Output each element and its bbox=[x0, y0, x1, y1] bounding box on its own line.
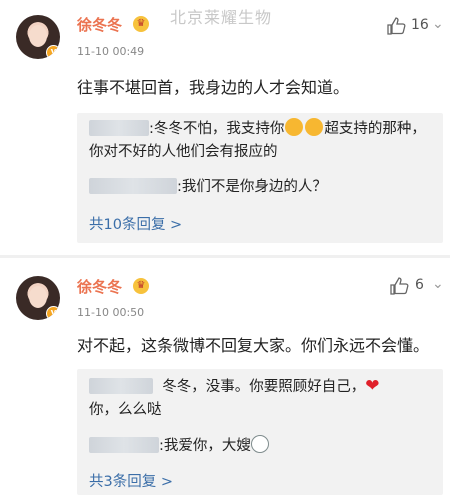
heart-icon: ❤ bbox=[365, 376, 380, 396]
more-replies-link[interactable]: 共3条回复 > bbox=[89, 470, 173, 491]
username[interactable]: 徐冬冬 bbox=[77, 14, 122, 35]
avatar[interactable]: v bbox=[16, 15, 60, 59]
blurred-username bbox=[89, 120, 149, 136]
like-count: 6 bbox=[415, 277, 424, 293]
reply-2[interactable]: :我爱你，大嫂 bbox=[89, 435, 434, 458]
reply-box: :冬冬不怕，我支持你 超支持的那种，你对不好的人他们会有报应的 :我们不是你身边的… bbox=[77, 113, 443, 243]
comment-text: 往事不堪回首，我身边的人才会知道。 bbox=[77, 78, 350, 97]
blurred-username bbox=[89, 378, 153, 394]
emoji-icon bbox=[285, 118, 304, 136]
emoji-icon bbox=[305, 118, 324, 136]
timestamp: 11-10 00:49 bbox=[77, 45, 145, 58]
thumbs-up-icon[interactable] bbox=[389, 276, 409, 296]
blurred-username bbox=[89, 437, 159, 453]
crown-icon: ♛ bbox=[133, 16, 149, 32]
reply-1[interactable]: 冬冬，没事。你要照顾好自己，❤ 你，么么哒 bbox=[89, 375, 434, 422]
more-replies-link[interactable]: 共10条回复 > bbox=[89, 213, 182, 234]
timestamp: 11-10 00:50 bbox=[77, 306, 145, 319]
verified-badge-icon: v bbox=[46, 45, 60, 59]
verified-badge-icon: v bbox=[46, 306, 60, 320]
like-count: 16 bbox=[411, 17, 429, 33]
reply-1[interactable]: :冬冬不怕，我支持你 超支持的那种，你对不好的人他们会有报应的 bbox=[89, 118, 434, 164]
thumbs-up-icon[interactable] bbox=[386, 16, 406, 36]
chevron-down-icon[interactable]: ⌄ bbox=[432, 276, 444, 292]
avatar[interactable]: v bbox=[16, 276, 60, 320]
reply-2[interactable]: :我们不是你身边的人？ bbox=[89, 176, 434, 199]
reply-box: 冬冬，没事。你要照顾好自己，❤ 你，么么哒 :我爱你，大嫂 共3条回复 > bbox=[77, 369, 443, 495]
crown-icon: ♛ bbox=[133, 278, 149, 294]
username[interactable]: 徐冬冬 bbox=[77, 276, 122, 297]
chevron-down-icon[interactable]: ⌄ bbox=[432, 16, 444, 32]
comment-1: v 徐冬冬 ♛ 11-10 00:49 16 ⌄ 往事不堪回首，我身边的人才会知… bbox=[0, 0, 450, 255]
comment-text: 对不起，这条微博不回复大家。你们永远不会懂。 bbox=[77, 336, 430, 355]
comment-2: v 徐冬冬 ♛ 11-10 00:50 6 ⌄ 对不起，这条微博不回复大家。你们… bbox=[0, 258, 450, 495]
blurred-username bbox=[89, 178, 177, 194]
dog-emoji-icon bbox=[250, 435, 269, 453]
